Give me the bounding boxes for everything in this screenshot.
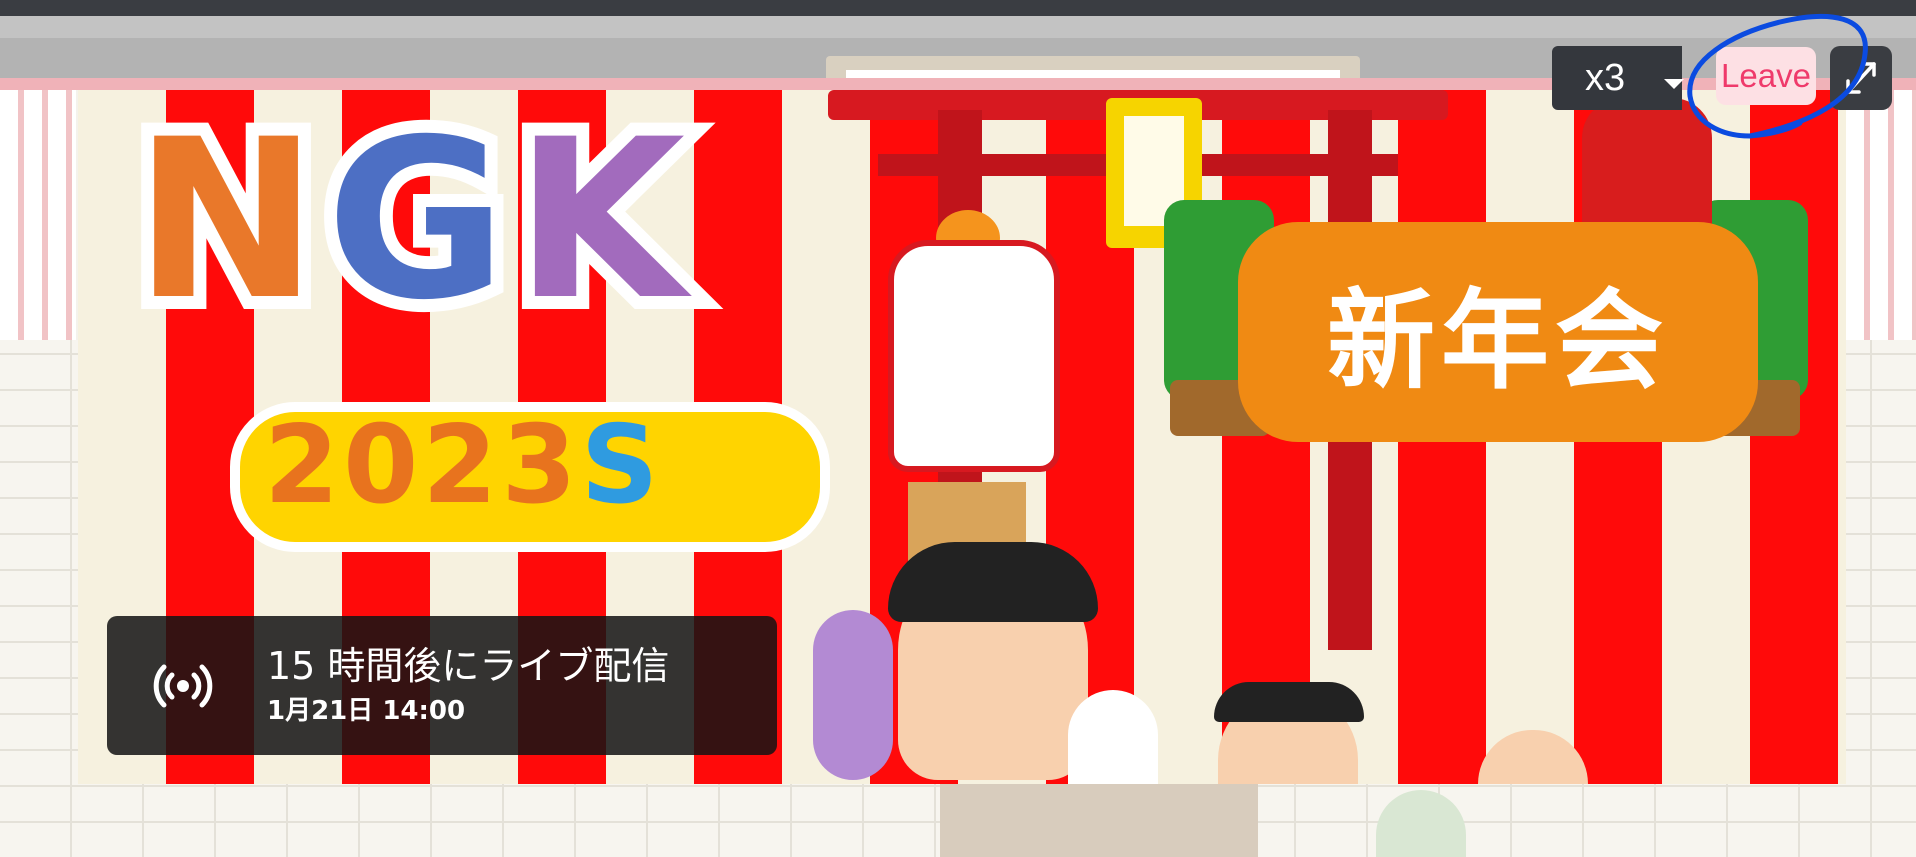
broadcast-icon	[153, 664, 213, 708]
expand-arrows-icon	[1846, 62, 1876, 94]
logo-letter-g: G	[313, 92, 520, 348]
ngk-logo: NGK 2023S	[121, 97, 914, 590]
character-kid	[1478, 730, 1588, 784]
live-scheduled-time: 1月21日 14:00	[267, 696, 466, 726]
fullscreen-button[interactable]	[1830, 46, 1892, 110]
new-year-sign-text: 新年会	[1326, 279, 1669, 404]
logo-letter-n: N	[121, 92, 331, 348]
top-strip	[0, 0, 1916, 16]
logo-letter-k: K	[502, 92, 699, 348]
leave-button[interactable]: Leave	[1716, 47, 1816, 105]
logo-ngk: NGK	[121, 97, 698, 343]
rabbit-illustration	[1068, 690, 1158, 784]
floor-door	[940, 784, 1258, 857]
speed-select[interactable]: x3	[1552, 46, 1684, 110]
logo-year: 2023S	[264, 412, 662, 520]
background-wall-left	[0, 90, 76, 340]
background-wall-right	[1846, 90, 1916, 340]
logo-year-suffix: S	[580, 403, 663, 528]
character-kid-hair	[1214, 682, 1364, 722]
upcoming-live-card: 15 時間後にライブ配信 1月21日 14:00	[107, 616, 777, 755]
chevron-down-icon	[1664, 79, 1684, 89]
logo-year-digits: 2023	[264, 403, 581, 528]
live-countdown-text: 15 時間後にライブ配信	[267, 644, 670, 688]
character-arm	[813, 610, 893, 780]
kagami-mochi	[888, 240, 1060, 472]
character-hair	[888, 542, 1098, 622]
new-year-sign: 新年会	[1238, 222, 1758, 442]
speed-value: x3	[1585, 57, 1626, 99]
